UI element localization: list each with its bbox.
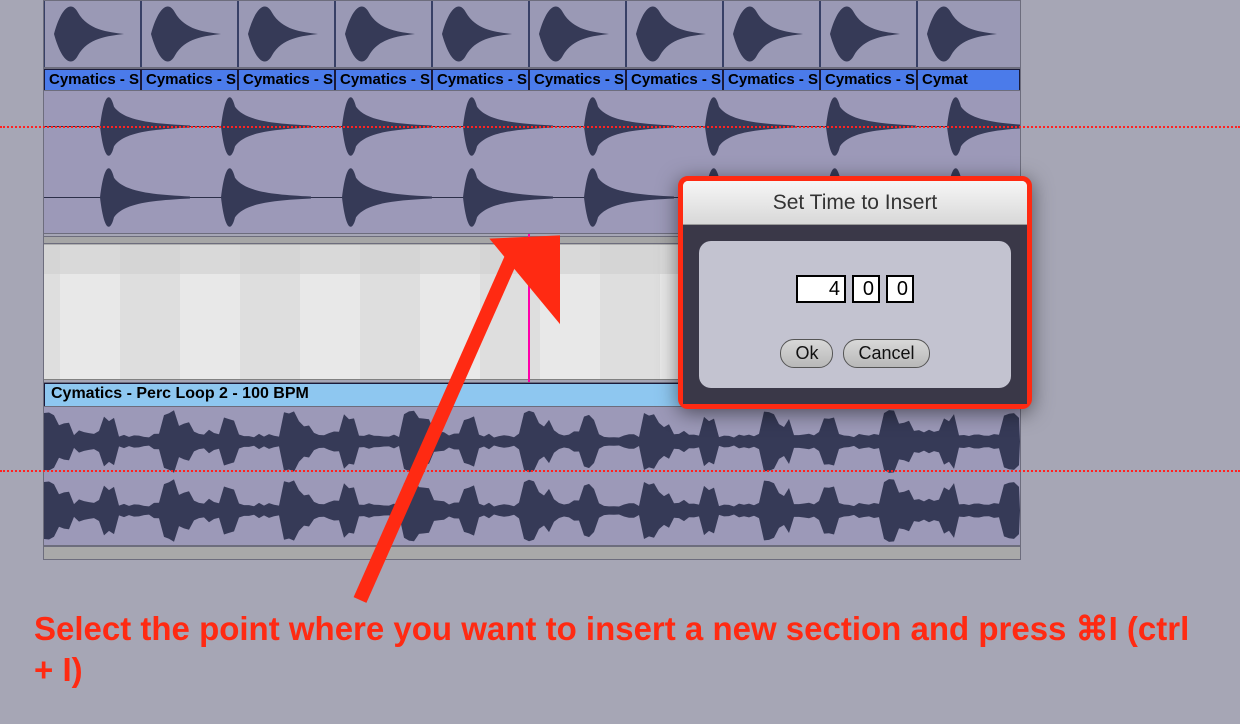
- dialog-body: Ok Cancel: [683, 225, 1027, 404]
- clip-header[interactable]: Cymatics - S: [820, 69, 917, 91]
- ticks-input[interactable]: [886, 275, 914, 303]
- clip-header[interactable]: Cymat: [917, 69, 1020, 91]
- annotation-text: Select the point where you want to inser…: [34, 608, 1200, 691]
- annotation-guide-line: [0, 470, 1240, 472]
- arrangement-right-margin: [1020, 0, 1240, 560]
- clip-header[interactable]: Cymatics - S: [44, 69, 141, 91]
- clip-header[interactable]: Cymatics - S: [626, 69, 723, 91]
- dialog-button-row: Ok Cancel: [711, 339, 999, 368]
- bars-input[interactable]: [796, 275, 846, 303]
- clip-header[interactable]: Cymatics - S: [723, 69, 820, 91]
- clip-header[interactable]: Cymatics - S: [529, 69, 626, 91]
- beats-input[interactable]: [852, 275, 880, 303]
- set-time-dialog: Set Time to Insert Ok Cancel: [678, 176, 1032, 409]
- clip-header[interactable]: Cymatics - S: [432, 69, 529, 91]
- arrangement-view: Cymatics - SCymatics - SCymatics - SCyma…: [0, 0, 1240, 560]
- playhead-cursor[interactable]: [528, 234, 530, 384]
- time-input-group: [711, 275, 999, 303]
- arrangement-left-margin: [0, 0, 44, 560]
- clip-header[interactable]: Cymatics - S: [141, 69, 238, 91]
- clip-header[interactable]: Cymatics - S: [238, 69, 335, 91]
- cancel-button[interactable]: Cancel: [843, 339, 929, 368]
- dialog-title: Set Time to Insert: [683, 181, 1027, 225]
- annotation-guide-line: [0, 126, 1240, 128]
- dialog-inner: Ok Cancel: [699, 241, 1011, 388]
- clip-header[interactable]: Cymatics - S: [335, 69, 432, 91]
- ok-button[interactable]: Ok: [780, 339, 833, 368]
